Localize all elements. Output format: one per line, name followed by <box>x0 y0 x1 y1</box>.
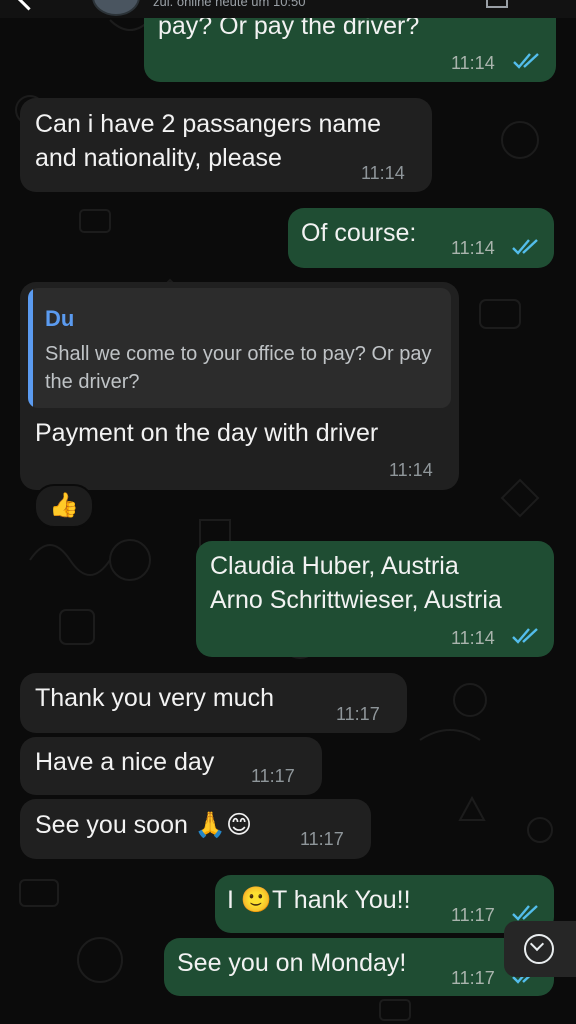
message-text: See you on Monday! <box>177 949 407 977</box>
double-check-icon <box>512 905 538 921</box>
message-time: 11:14 <box>389 460 433 480</box>
quote-text: Shall we come to your office to pay? Or … <box>45 343 432 393</box>
message-text: See you soon 🙏😊 <box>35 811 253 839</box>
chat-header: zul. online heute um 10:50 <box>0 0 576 18</box>
quote-accent-bar <box>28 288 33 408</box>
message-bubble-outgoing[interactable]: Claudia Huber, Austria Arno Schrittwiese… <box>196 541 554 657</box>
message-text-line: Arno Schrittwieser, Austria <box>210 586 502 614</box>
message-text: Thank you very much <box>35 684 274 712</box>
message-time: 11:14 <box>451 238 495 258</box>
call-icon[interactable] <box>486 0 508 8</box>
reaction-thumbs-up[interactable]: 👍 <box>34 484 94 528</box>
message-time: 11:17 <box>251 766 295 786</box>
message-bubble-incoming-reply[interactable]: Du Shall we come to your office to pay? … <box>20 282 459 490</box>
last-seen-status: zul. online heute um 10:50 <box>153 0 306 9</box>
message-text-line: Claudia Huber, Austria <box>210 552 459 580</box>
quote-author: Du <box>45 306 75 331</box>
message-time: 11:17 <box>451 968 495 988</box>
quoted-message[interactable]: Du Shall we come to your office to pay? … <box>28 288 451 408</box>
message-text-line: Can i have 2 passangers name <box>35 110 382 138</box>
contact-avatar[interactable] <box>92 0 140 16</box>
double-check-icon <box>512 239 538 255</box>
double-check-icon <box>512 628 538 644</box>
message-bubble-incoming[interactable]: Have a nice day 11:17 <box>20 737 322 795</box>
message-text: Of course: <box>301 219 417 247</box>
message-text: Payment on the day with driver <box>35 419 379 447</box>
message-time: 11:17 <box>336 704 380 724</box>
double-check-icon <box>513 53 539 69</box>
message-bubble-incoming[interactable]: Thank you very much 11:17 <box>20 673 407 733</box>
message-time: 11:14 <box>451 628 495 648</box>
message-bubble-incoming[interactable]: Can i have 2 passangers name and nationa… <box>20 98 432 192</box>
message-time: 11:17 <box>300 829 344 849</box>
message-bubble-outgoing[interactable]: Of course: 11:14 <box>288 208 554 268</box>
message-time: 11:14 <box>451 53 495 73</box>
message-time: 11:17 <box>451 905 495 925</box>
message-bubble-outgoing[interactable]: See you on Monday! 11:17 <box>164 938 554 996</box>
chevron-left-icon[interactable] <box>16 0 41 11</box>
message-text-line: and nationality, please <box>35 144 282 172</box>
scroll-to-bottom-button[interactable] <box>504 921 576 977</box>
message-text: Have a nice day <box>35 748 215 776</box>
message-bubble-incoming[interactable]: See you soon 🙏😊 11:17 <box>20 799 371 859</box>
message-bubble-outgoing[interactable]: I 🙂T hank You!! 11:17 <box>215 875 554 933</box>
message-text: I 🙂T hank You!! <box>227 886 411 914</box>
message-time: 11:14 <box>361 163 405 183</box>
